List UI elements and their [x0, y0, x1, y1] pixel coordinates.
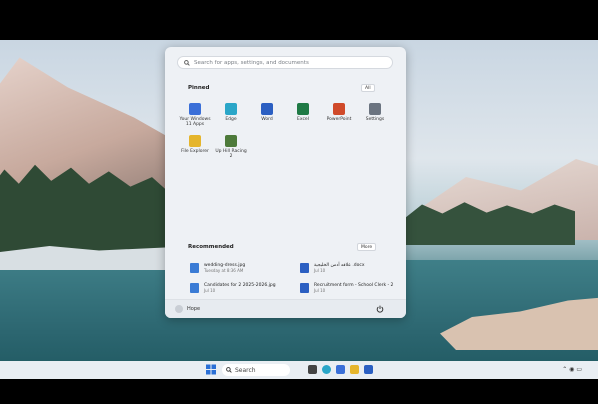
- recommended-item[interactable]: علاقه أدمن الخليجية .docx Jul 10: [300, 263, 400, 273]
- windows-start-icon[interactable]: [206, 364, 216, 375]
- recommended-item-date: Jul 10: [204, 288, 216, 293]
- user-avatar[interactable]: [175, 305, 183, 313]
- recommended-item[interactable]: Candidates for 2 2025-2026.jpg Jul 10: [190, 283, 290, 293]
- task-view-icon[interactable]: [308, 365, 317, 374]
- pinned-app[interactable]: Up Hill Racing 2: [215, 135, 247, 159]
- pinned-app[interactable]: Word: [251, 103, 283, 122]
- pinned-app-label: Your Windows 11 Apps: [179, 117, 211, 127]
- excel-icon: [297, 103, 309, 115]
- edge-icon: [225, 103, 237, 115]
- recommended-item-date: Jul 10: [314, 268, 326, 273]
- start-menu: Search for apps, settings, and documents…: [165, 47, 406, 318]
- file-explorer-taskbar-icon[interactable]: [350, 365, 359, 374]
- pinned-app-label: Edge: [225, 117, 237, 122]
- pinned-app[interactable]: Settings: [359, 103, 391, 122]
- word-icon: [261, 103, 273, 115]
- pinned-app[interactable]: PowerPoint: [323, 103, 355, 122]
- pinned-app-label: Settings: [365, 117, 385, 122]
- folder-icon: [189, 135, 201, 147]
- user-name[interactable]: Hope: [187, 306, 200, 312]
- word-doc-icon: [300, 263, 309, 273]
- settings-icon: [369, 103, 381, 115]
- recommended-item-name: Recruitment form - School Clerk - 2: [314, 283, 394, 288]
- taskbar-search-box[interactable]: Search: [222, 364, 290, 376]
- pinned-app[interactable]: Your Windows 11 Apps: [179, 103, 211, 127]
- pinned-app[interactable]: Edge: [215, 103, 247, 122]
- game-icon: [225, 135, 237, 147]
- start-footer: Hope: [165, 299, 406, 318]
- pinned-app-label: PowerPoint: [326, 117, 352, 122]
- more-button[interactable]: More: [357, 243, 377, 251]
- pinned-app-label: File Explorer: [181, 149, 209, 154]
- image-file-icon: [190, 283, 199, 293]
- pinned-app-label: Word: [261, 117, 273, 122]
- recommended-item-date: Tuesday at 8:36 AM: [204, 268, 244, 273]
- taskbar: Search ⌃ ◉ ▭: [0, 361, 598, 379]
- edge-taskbar-icon[interactable]: [322, 365, 331, 374]
- word-taskbar-icon[interactable]: [364, 365, 373, 374]
- pinned-app[interactable]: Excel: [287, 103, 319, 122]
- store-taskbar-icon[interactable]: [336, 365, 345, 374]
- pinned-app-label: Excel: [297, 117, 309, 122]
- recommended-item-date: Jul 10: [314, 288, 326, 293]
- powerpoint-icon: [333, 103, 345, 115]
- image-file-icon: [190, 263, 199, 273]
- start-search-placeholder: Search for apps, settings, and documents: [194, 59, 309, 66]
- search-icon: [184, 59, 190, 66]
- power-icon[interactable]: [376, 305, 384, 313]
- pinned-app-label: Up Hill Racing 2: [215, 149, 247, 159]
- search-icon: [226, 367, 232, 373]
- taskbar-search-label: Search: [235, 366, 256, 374]
- pinned-section-title: Pinned: [188, 85, 210, 91]
- recommended-item[interactable]: wedding-dress.jpg Tuesday at 8:36 AM: [190, 263, 290, 273]
- recommended-item[interactable]: Recruitment form - School Clerk - 2 Jul 1…: [300, 283, 400, 293]
- pinned-app[interactable]: File Explorer: [179, 135, 211, 154]
- word-doc-icon: [300, 283, 309, 293]
- all-apps-button[interactable]: All: [361, 84, 375, 92]
- start-search-box[interactable]: Search for apps, settings, and documents: [177, 56, 393, 69]
- windows-apps-icon: [189, 103, 201, 115]
- system-tray[interactable]: ⌃ ◉ ▭: [562, 366, 582, 373]
- recommended-section-title: Recommended: [188, 244, 234, 250]
